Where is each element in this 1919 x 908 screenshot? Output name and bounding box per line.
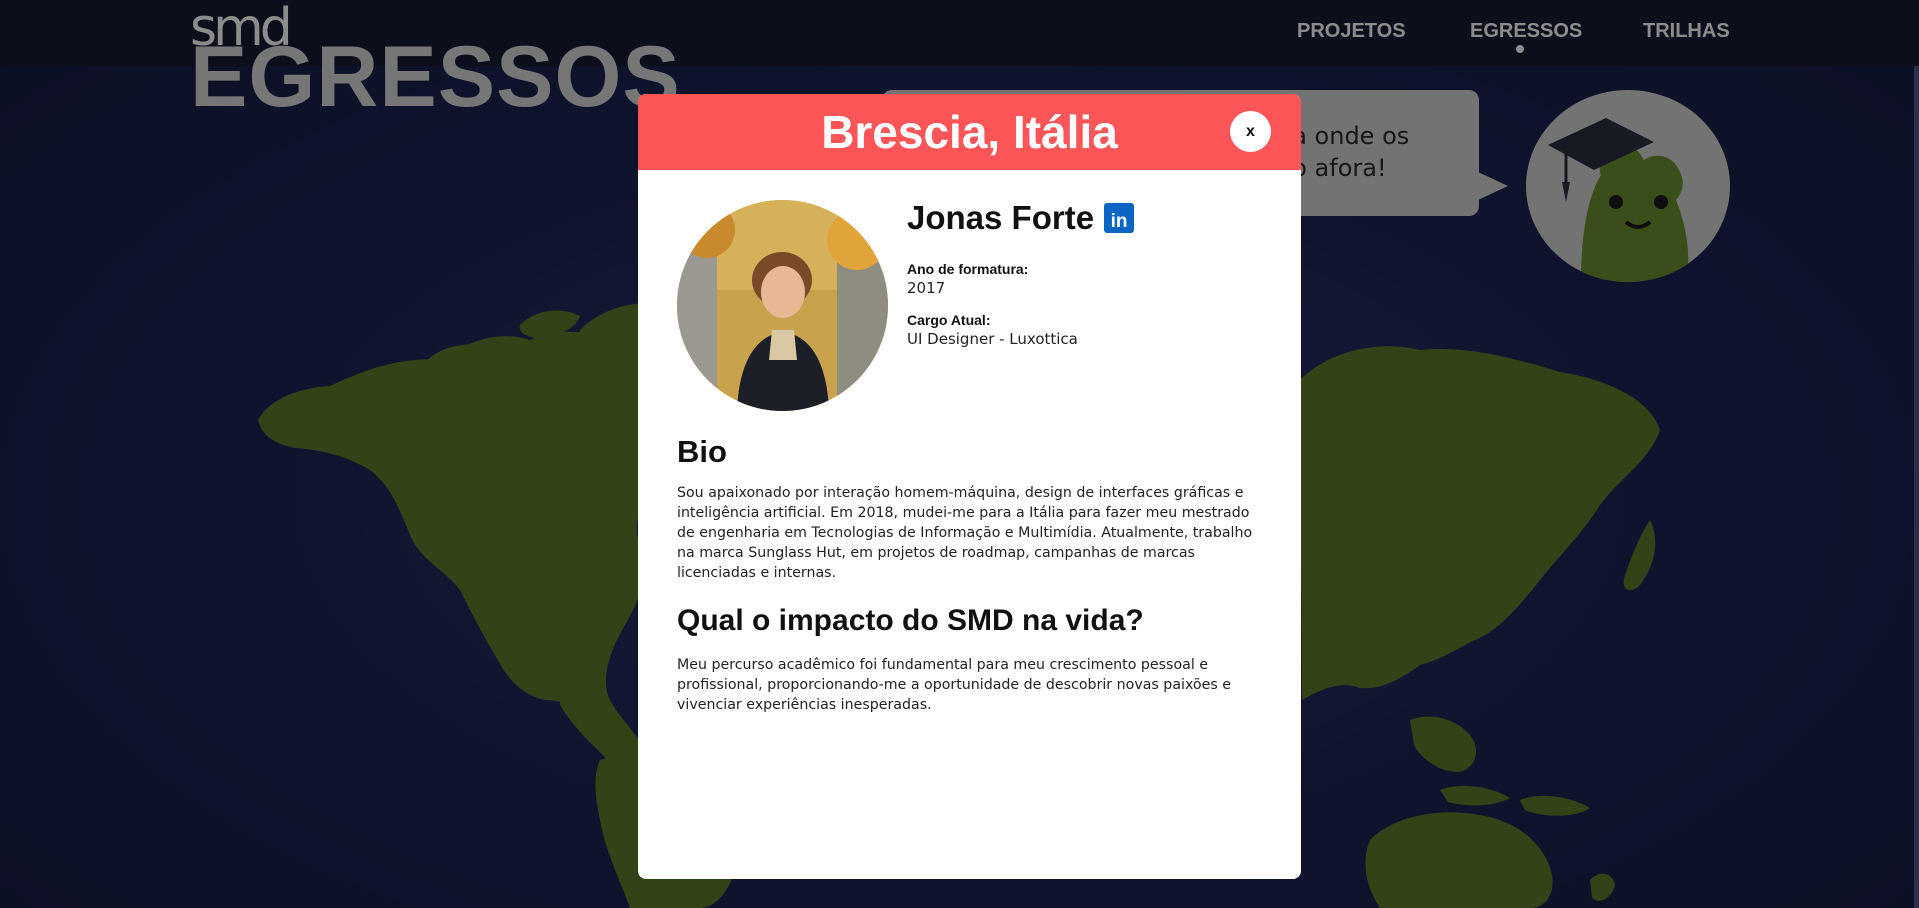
profile-photo-image (677, 200, 888, 411)
modal-location-title: Brescia, Itália (821, 106, 1118, 158)
profile-name: Jonas Forte (907, 199, 1095, 236)
profile-name-row: Jonas Forte in (907, 197, 1135, 239)
bio-text: Sou apaixonado por interação homem-máqui… (677, 485, 1253, 581)
egresso-modal: Brescia, Itália x Jonas Forte in Ano de … (638, 94, 1301, 879)
current-role-value: UI Designer - Luxottica (907, 330, 1078, 348)
graduation-year-value: 2017 (907, 279, 946, 297)
graduation-year-label: Ano de formatura: (907, 261, 1029, 277)
linkedin-icon[interactable]: in (1104, 203, 1135, 233)
impact-text: Meu percurso acadêmico foi fundamental p… (677, 657, 1231, 713)
impact-heading: Qual o impacto do SMD na vida? (677, 604, 1144, 637)
bio-heading: Bio (677, 434, 727, 469)
modal-header: Brescia, Itália x (638, 94, 1301, 170)
current-role-label: Cargo Atual: (907, 312, 991, 328)
page-scrollbar[interactable] (1914, 66, 1919, 908)
profile-photo (677, 200, 888, 411)
close-button[interactable]: x (1230, 111, 1271, 152)
